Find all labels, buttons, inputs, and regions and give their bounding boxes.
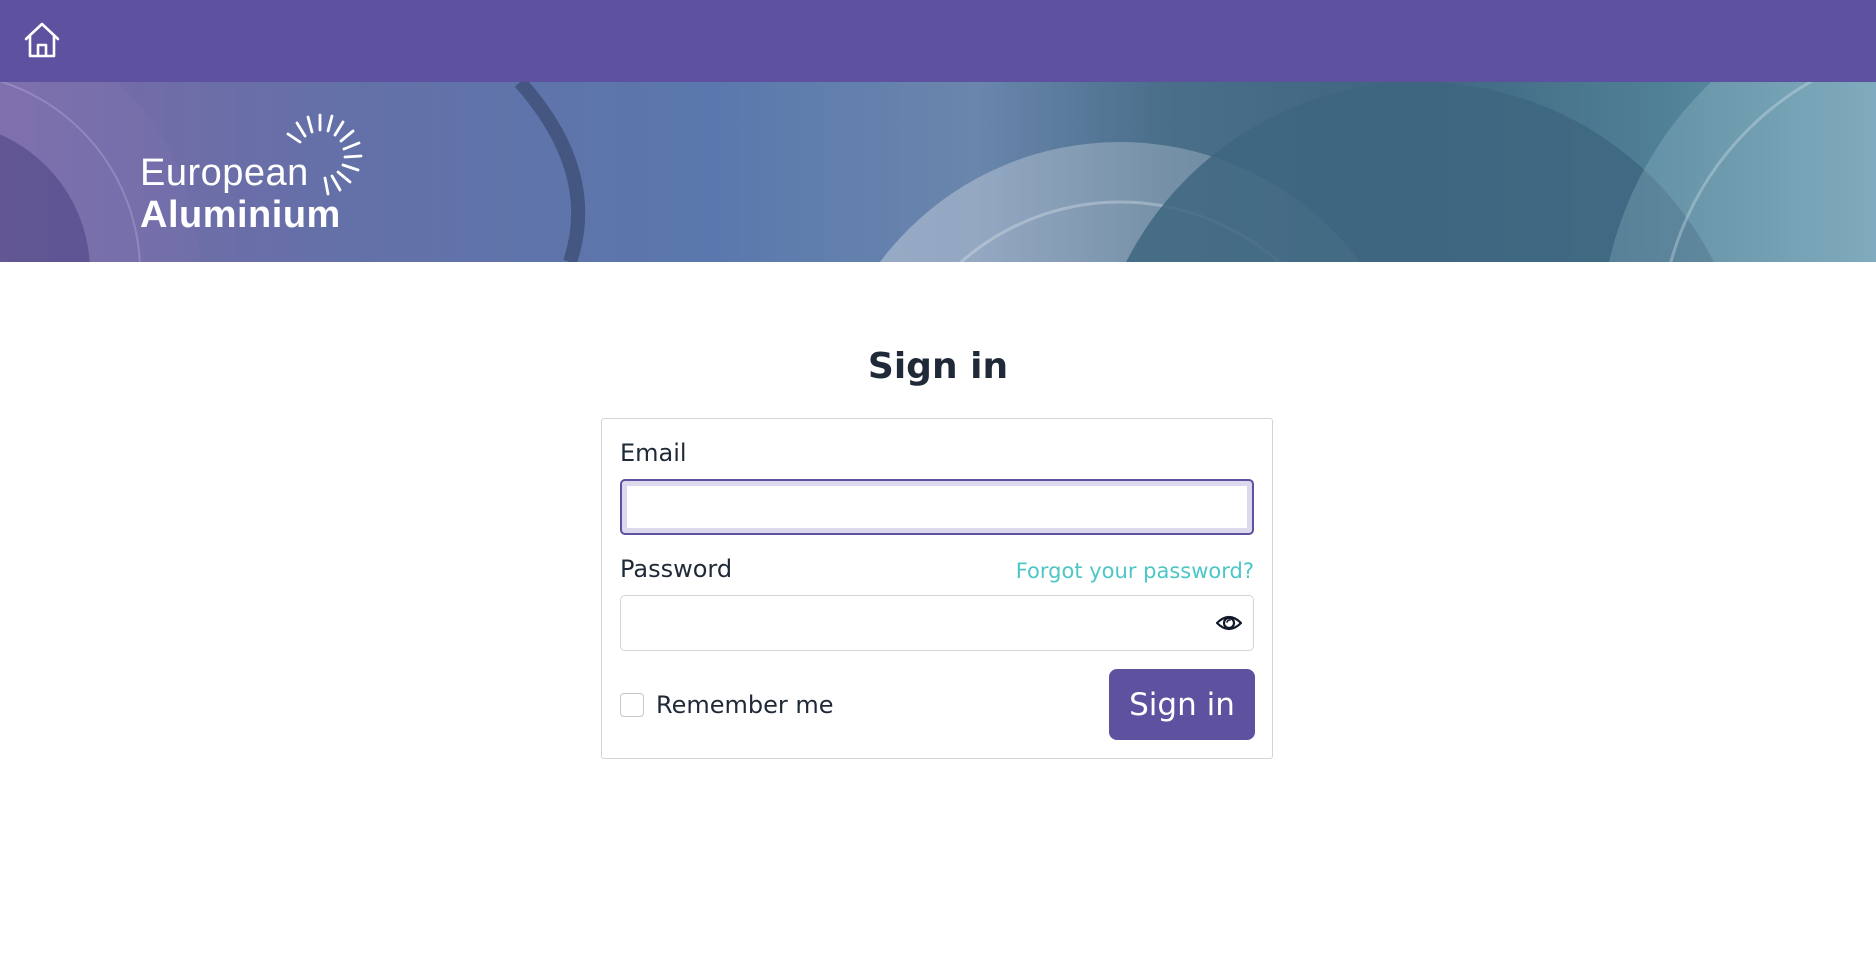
forgot-password-link[interactable]: Forgot your password? [1016, 559, 1254, 583]
page-title: Sign in [867, 346, 1009, 387]
remember-me-control[interactable]: Remember me [620, 691, 834, 719]
show-password-button[interactable] [1214, 609, 1244, 637]
sign-in-button[interactable]: Sign in [1109, 669, 1255, 740]
home-button[interactable] [18, 16, 66, 64]
email-input[interactable] [620, 479, 1254, 535]
remember-me-label: Remember me [656, 691, 834, 719]
password-label: Password [620, 555, 733, 583]
remember-me-checkbox[interactable] [620, 693, 644, 717]
email-label: Email [620, 439, 687, 467]
home-icon [24, 22, 60, 58]
logo-text-aluminium: Aluminium [140, 194, 341, 236]
top-bar [0, 0, 1876, 82]
eye-icon [1215, 615, 1243, 631]
sign-in-form: Email Password Forgot your password? Rem… [601, 418, 1273, 759]
logo-text-european: European [140, 152, 309, 194]
european-aluminium-logo: European Aluminium [140, 112, 380, 242]
password-input[interactable] [620, 595, 1254, 651]
